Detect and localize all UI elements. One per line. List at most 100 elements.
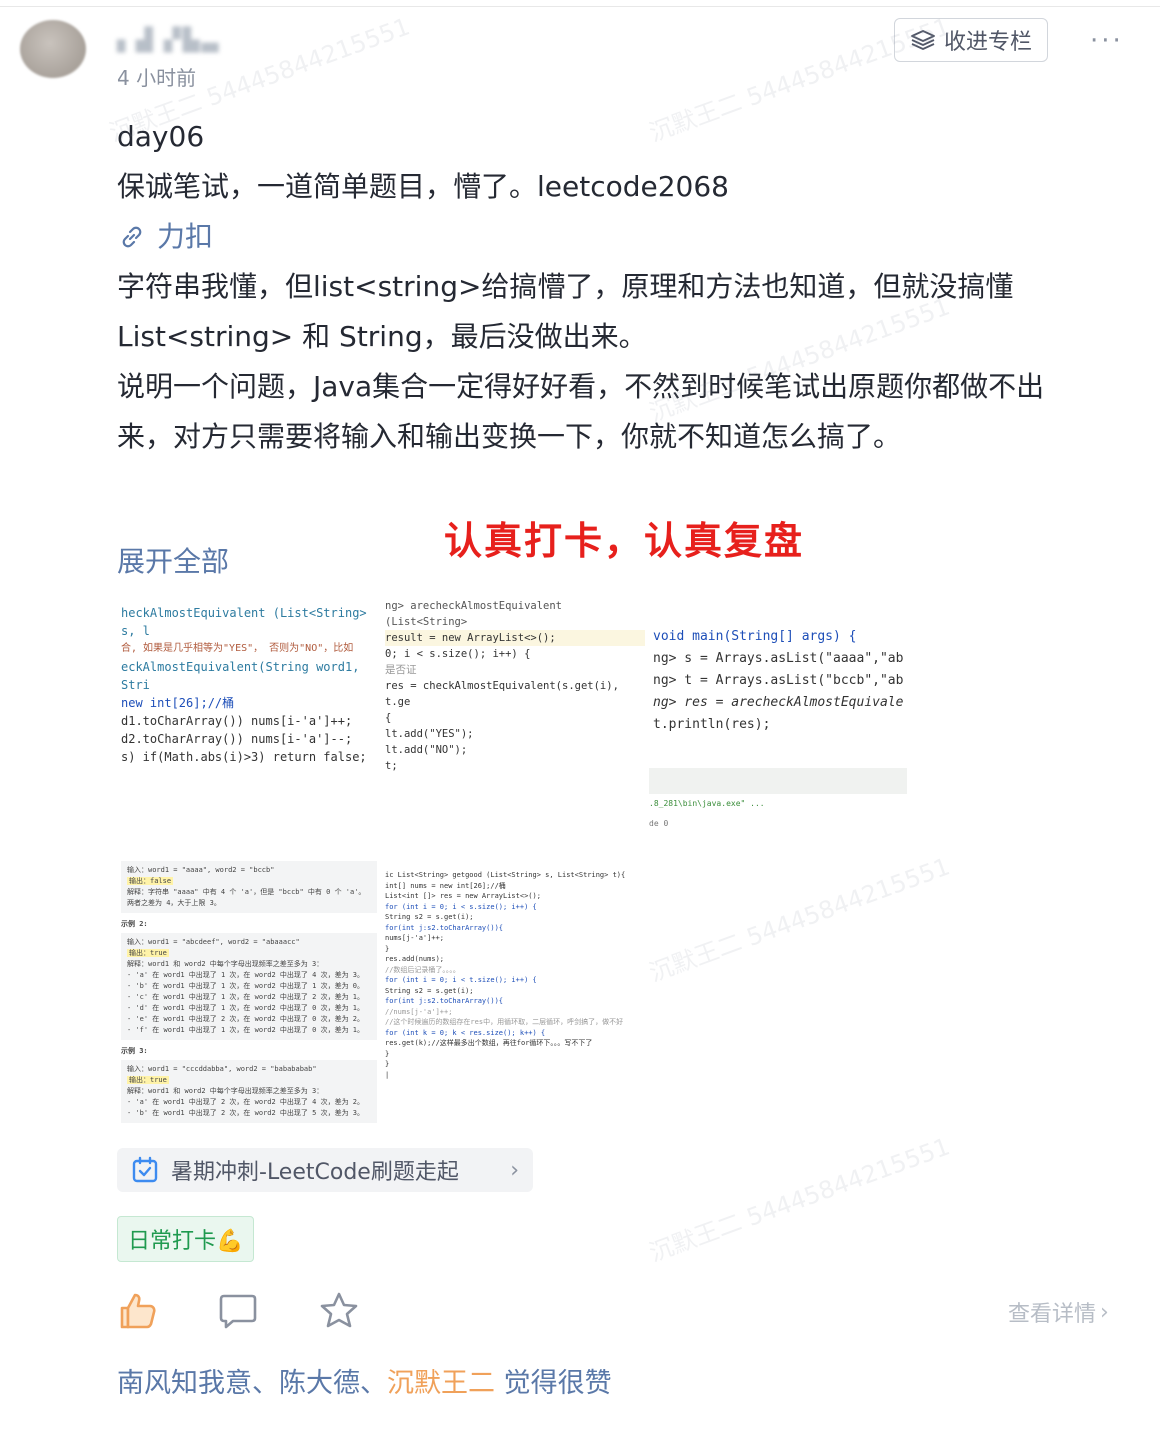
example-box: 输入：word1 = "aaaa", word2 = "bccb" 输出：fal… xyxy=(121,861,377,913)
code-line: lt.add("YES"); xyxy=(385,728,474,740)
example-box: 输入：word1 = "cccddabba", word2 = "bababab… xyxy=(121,1060,377,1123)
column-stack-icon xyxy=(911,30,935,50)
code-line: 0; i < s.size(); i++) { xyxy=(385,648,531,660)
post-body-line: List<string> 和 String，最后没做出来。 xyxy=(117,320,647,353)
calendar-check-icon xyxy=(132,1156,158,1183)
code-line: //nums[j-'a']++; xyxy=(385,1007,453,1016)
post-body-line: 字符串我懂，但list<string>给搞懵了，原理和方法也知道，但就没搞懂 xyxy=(117,270,1014,303)
terminal-line: de 0 xyxy=(649,819,669,828)
post-body-line: 来，对方只需要将输入和输出变换一下，你就不知道怎么搞了。 xyxy=(117,420,902,453)
red-banner-text: 认真打卡，认真复盘 xyxy=(444,519,805,563)
example-line: - 'b' 在 word1 中出现了 1 次，在 word2 中出现了 1 次，… xyxy=(127,982,365,990)
example-line: - 'a' 在 word1 中出现了 1 次，在 word2 中出现了 4 次，… xyxy=(127,971,365,979)
thumbs-up-icon[interactable] xyxy=(117,1290,159,1332)
code-line: } xyxy=(385,1060,390,1068)
post-image[interactable]: heckAlmostEquivalent (List<String> s, l … xyxy=(117,592,909,1126)
terminal-strip xyxy=(649,768,907,794)
code-line: { xyxy=(385,712,392,724)
example-line: - 'c' 在 word1 中出现了 1 次，在 word2 中出现了 2 次，… xyxy=(127,993,365,1001)
code-line: ng> t = Arrays.asList("bccb","ab xyxy=(653,673,904,688)
code-line: 合, 如果是几乎相等为"YES"， 否则为"NO"，比如 xyxy=(121,643,354,654)
code-line: void main(String[] args) { xyxy=(653,629,857,644)
more-options-icon[interactable]: ··· xyxy=(1090,26,1124,56)
code-line: List<int []> res = new ArrayList<>(); xyxy=(385,892,541,900)
view-details-label: 查看详情 xyxy=(1008,1302,1097,1327)
example-line: 输入：word1 = "cccddabba", word2 = "bababab… xyxy=(127,1065,317,1073)
code-line: res.get(k);//这样最多出个数组，再往for循环下。。。写不下了 xyxy=(385,1039,593,1047)
example-line: - 'f' 在 word1 中出现了 1 次，在 word2 中出现了 0 次，… xyxy=(127,1026,365,1034)
code-line: //这个时候遍历的数组存在res中，用循环取，二层循环，呼剑搞了，做不好 xyxy=(385,1018,624,1026)
topic-label: 暑期冲刺-LeetCode刷题走起 xyxy=(171,1160,459,1185)
code-line: for (int i = 0; i < t.size(); i++) { xyxy=(385,976,537,984)
example-line: 解释：字符串 "aaaa" 中有 4 个 'a'，但是 "bccb" 中有 0 … xyxy=(127,888,366,896)
code-line: for (int k = 0; k < res.size(); k++) { xyxy=(385,1028,546,1037)
code-line: lt.add("NO"); xyxy=(385,744,468,756)
code-line: } xyxy=(385,1049,390,1058)
example-line: 解释：word1 和 word2 中每个字母出现频率之差至多为 3： xyxy=(127,960,324,968)
likers-suffix: 觉得很赞 xyxy=(495,1368,612,1399)
add-to-column-button[interactable]: 收进专栏 xyxy=(894,18,1048,62)
post-line: day06 xyxy=(117,120,205,153)
add-to-column-label: 收进专栏 xyxy=(943,30,1032,55)
code-panel-bottom: ic List<String> getgood (List<String> s,… xyxy=(383,868,647,1118)
examples-panel: 输入：word1 = "aaaa", word2 = "bccb" 输出：fal… xyxy=(117,854,381,1126)
example-box: 输入：word1 = "abcdeef", word2 = "abaaacc" … xyxy=(121,933,377,1040)
code-line: res.add(nums); xyxy=(385,955,445,963)
topic-chip[interactable]: 暑期冲刺-LeetCode刷题走起 › xyxy=(117,1148,533,1192)
example-line: - 'e' 在 word1 中出现了 2 次，在 word2 中出现了 0 次，… xyxy=(127,1015,365,1023)
code-panel-left: heckAlmostEquivalent (List<String> s, l … xyxy=(117,600,381,850)
chevron-right-icon: › xyxy=(1100,1299,1109,1325)
top-divider xyxy=(0,6,1160,7)
code-line: eckAlmostEquivalent(String word1, Stri xyxy=(121,660,360,692)
view-details-link[interactable]: 查看详情 › xyxy=(1008,1296,1109,1328)
comment-icon[interactable] xyxy=(217,1290,259,1332)
code-line: } xyxy=(385,944,390,953)
code-line: result = new ArrayList<>(); xyxy=(385,630,645,646)
example-line: - 'b' 在 word1 中出现了 2 次，在 word2 中出现了 5 次，… xyxy=(127,1109,365,1117)
likers-line: 南风知我意、陈大德、沉默王二 觉得很赞 xyxy=(117,1362,612,1406)
code-line: for(int j:s2.toCharArray()){ xyxy=(385,923,504,932)
example-line: - 'a' 在 word1 中出现了 2 次，在 word2 中出现了 4 次，… xyxy=(127,1098,365,1106)
code-line: ng> res = arecheckAlmostEquivale xyxy=(653,695,904,710)
expand-all-link[interactable]: 展开全部 xyxy=(117,540,229,584)
post-content: day06 保诚笔试，一道简单题目，懵了。leetcode2068 力扣 字符串… xyxy=(117,112,1127,462)
code-line: new int[26];//桶 xyxy=(121,696,235,710)
code-line: int[] nums = new int[26];//桶 xyxy=(385,881,506,890)
username-blurred[interactable]: ▖▟ ▞▙▃ xyxy=(117,28,227,54)
tag-label: 日常打卡💪 xyxy=(128,1229,244,1254)
avatar[interactable] xyxy=(20,20,86,78)
code-line: s) if(Math.abs(i)>3) return false; xyxy=(121,750,367,764)
liker-names[interactable]: 南风知我意、陈大德、 xyxy=(117,1368,387,1399)
code-panel-middle: ng> arecheckAlmostEquivalent (List<Strin… xyxy=(383,592,647,842)
code-line: ng> s = Arrays.asList("aaaa","ab xyxy=(653,651,904,666)
code-line: heckAlmostEquivalent (List<String> s, l xyxy=(121,606,367,638)
post-body-line: 说明一个问题，Java集合一定得好好看，不然到时候笔试出原题你都做不出 xyxy=(117,370,1045,403)
example-line: 两者之差为 4，大于上限 3。 xyxy=(127,899,221,907)
example-line: 输出：true xyxy=(127,1076,169,1084)
code-line: ng> arecheckAlmostEquivalent (List<Strin… xyxy=(385,600,563,628)
example-line: - 'd' 在 word1 中出现了 1 次，在 word2 中出现了 0 次，… xyxy=(127,1004,365,1012)
code-line: | xyxy=(385,1070,390,1079)
code-line: t.println(res); xyxy=(653,717,771,732)
terminal-line: .8_281\bin\java.exe" ... xyxy=(649,799,765,808)
liker-me[interactable]: 沉默王二 xyxy=(387,1368,495,1399)
code-line: ic List<String> getgood (List<String> s,… xyxy=(385,871,626,879)
code-line: //数组后记录桶了。。。。 xyxy=(385,965,460,974)
terminal-output: .8_281\bin\java.exe" ... de 0 xyxy=(649,794,765,834)
example-title: 示例 3: xyxy=(121,1047,148,1055)
leetcode-link[interactable]: 力扣 xyxy=(117,212,1127,262)
link-icon xyxy=(122,226,142,248)
example-line: 输入：word1 = "aaaa", word2 = "bccb" xyxy=(127,866,275,874)
post-line: 保诚笔试，一道简单题目，懵了。leetcode2068 xyxy=(117,170,729,203)
chevron-right-icon: › xyxy=(510,1157,519,1183)
post-time: 4 小时前 xyxy=(117,66,197,90)
tag-daily-checkin[interactable]: 日常打卡💪 xyxy=(117,1216,255,1262)
example-title: 示例 2: xyxy=(121,920,148,928)
watermark: 沉默王二 54445844215551 xyxy=(645,1132,954,1268)
code-line: for(int j:s2.toCharArray()){ xyxy=(385,997,504,1005)
code-line: res = checkAlmostEquivalent(s.get(i), t.… xyxy=(385,680,619,708)
code-line: d2.toCharArray()) nums[i-'a']--; xyxy=(121,732,353,746)
star-icon[interactable] xyxy=(318,1290,360,1332)
code-line: for (int i = 0; i < s.size(); i++) { xyxy=(385,902,537,911)
example-line: 输出：true xyxy=(127,949,169,957)
